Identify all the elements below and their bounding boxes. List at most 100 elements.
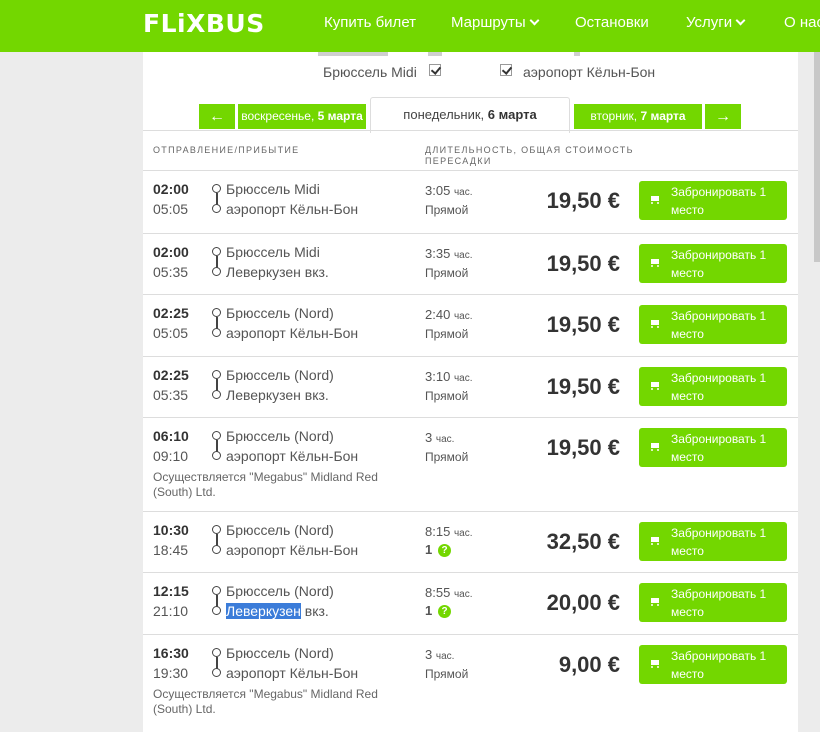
operator-note: Осуществляется "Megabus" Midland Red (So… xyxy=(153,687,378,716)
route-timeline-icon xyxy=(210,308,222,338)
trip-price: 19,50 € xyxy=(546,435,620,460)
trip-row: 02:00 05:05 Брюссель Midi аэропорт Кёльн… xyxy=(143,170,798,233)
trip-duration: 8:15 час. xyxy=(425,524,473,539)
arrival-station[interactable]: аэропорт Кёльн-Бон xyxy=(226,542,358,558)
nav-about[interactable]: О нас xyxy=(784,14,820,31)
trip-duration: 3:35 час. xyxy=(425,246,473,261)
duration-unit: час. xyxy=(435,651,455,662)
nav-services[interactable]: Услуги xyxy=(686,14,746,31)
departure-time: 02:00 xyxy=(153,244,189,260)
departure-station[interactable]: Брюссель (Nord) xyxy=(226,583,334,599)
book-button[interactable]: Забронировать 1 место xyxy=(639,367,787,406)
trip-price: 19,50 € xyxy=(546,374,620,399)
trip-row: 16:30 19:30 Брюссель (Nord) аэропорт Кёл… xyxy=(143,634,798,728)
departure-time: 06:10 xyxy=(153,428,189,444)
book-button[interactable]: Забронировать 1 место xyxy=(639,522,787,561)
route-timeline-icon xyxy=(210,431,222,461)
col-departure-arrival: ОТПРАВЛЕНИЕ/ПРИБЫТИЕ xyxy=(153,145,300,155)
book-button[interactable]: Забронировать 1 место xyxy=(639,428,787,467)
trip-duration: 8:55 час. xyxy=(425,585,473,600)
flixbus-logo[interactable]: FLiXBUS xyxy=(143,9,265,38)
filter-arrival-checkbox[interactable] xyxy=(500,64,512,76)
trip-row: 02:25 05:35 Брюссель (Nord) Леверкузен в… xyxy=(143,356,798,417)
departure-station[interactable]: Брюссель (Nord) xyxy=(226,522,334,538)
arrival-time: 05:35 xyxy=(153,264,189,280)
book-button-label: Забронировать 1 место xyxy=(671,185,767,217)
arrival-time: 19:30 xyxy=(153,665,189,681)
chevron-down-icon xyxy=(735,15,746,26)
trip-duration: 3:05 час. xyxy=(425,183,473,198)
tab-current-day[interactable]: понедельник, 6 марта xyxy=(370,97,570,133)
departure-station[interactable]: Брюссель (Nord) xyxy=(226,367,334,383)
duration-value: 8:55 xyxy=(425,585,451,600)
cart-icon xyxy=(649,195,661,205)
duration-value: 2:40 xyxy=(425,307,451,322)
trip-price: 19,50 € xyxy=(546,251,620,276)
filter-departure-label: Брюссель Midi xyxy=(323,64,417,80)
cut-off-filter-top xyxy=(574,52,580,56)
departure-station[interactable]: Брюссель Midi xyxy=(226,181,320,197)
help-icon[interactable]: ? xyxy=(438,544,451,557)
arrival-station[interactable]: аэропорт Кёльн-Бон xyxy=(226,325,358,341)
arrival-station[interactable]: Леверкузен вкз. xyxy=(226,264,329,280)
book-button[interactable]: Забронировать 1 место xyxy=(639,244,787,283)
nav-buy-ticket-label: Купить билет xyxy=(324,14,417,31)
cart-icon xyxy=(649,258,661,268)
duration-value: 3 xyxy=(425,430,433,445)
arrival-station-rest: вкз. xyxy=(300,603,329,619)
arrival-station[interactable]: аэропорт Кёльн-Бон xyxy=(226,201,358,217)
route-timeline-icon xyxy=(210,247,222,277)
trip-duration: 3 час. xyxy=(425,430,454,445)
arrival-station[interactable]: Леверкузен вкз. xyxy=(226,387,329,403)
book-button[interactable]: Забронировать 1 место xyxy=(639,181,787,220)
duration-unit: час. xyxy=(435,434,455,445)
duration-unit: час. xyxy=(453,250,473,261)
cart-icon xyxy=(649,536,661,546)
departure-time: 02:25 xyxy=(153,305,189,321)
prev-date-button[interactable]: ← xyxy=(199,104,235,129)
trip-duration: 3 час. xyxy=(425,647,454,662)
book-button[interactable]: Забронировать 1 место xyxy=(639,645,787,684)
duration-unit: час. xyxy=(453,528,473,539)
arrival-station[interactable]: Леверкузен вкз. xyxy=(226,603,329,619)
departure-station[interactable]: Брюссель (Nord) xyxy=(226,305,334,321)
trip-duration: 2:40 час. xyxy=(425,307,473,322)
next-date-button[interactable]: → xyxy=(705,104,741,129)
nav-buy-ticket[interactable]: Купить билет xyxy=(324,14,416,31)
arrival-station[interactable]: аэропорт Кёльн-Бон xyxy=(226,665,358,681)
tab-next-day[interactable]: вторник, 7 марта xyxy=(574,104,702,129)
tab-prev-day[interactable]: воскресенье, 5 марта xyxy=(238,104,366,129)
arrival-time: 05:05 xyxy=(153,201,189,217)
book-button-label: Забронировать 1 место xyxy=(671,649,767,681)
book-button[interactable]: Забронировать 1 место xyxy=(639,583,787,622)
departure-station[interactable]: Брюссель Midi xyxy=(226,244,320,260)
arrival-time: 18:45 xyxy=(153,542,189,558)
departure-station[interactable]: Брюссель (Nord) xyxy=(226,645,334,661)
col-transfers: ПЕРЕСАДКИ xyxy=(425,156,492,166)
cart-icon xyxy=(649,597,661,607)
cart-icon xyxy=(649,442,661,452)
nav-routes[interactable]: Маршруты xyxy=(451,14,540,31)
scrollbar-track[interactable] xyxy=(814,52,820,262)
trip-price: 19,50 € xyxy=(546,188,620,213)
nav-stops[interactable]: Остановки xyxy=(575,14,649,31)
duration-value: 3:05 xyxy=(425,183,451,198)
chevron-down-icon xyxy=(529,15,540,26)
duration-unit: час. xyxy=(453,589,473,600)
departure-time: 16:30 xyxy=(153,645,189,661)
help-icon[interactable]: ? xyxy=(438,605,451,618)
tab-next-date: 7 марта xyxy=(640,109,686,123)
duration-value: 3 xyxy=(425,647,433,662)
transfer-type: Прямой xyxy=(425,266,469,280)
duration-unit: час. xyxy=(453,373,473,384)
transfer-type: Прямой xyxy=(425,203,469,217)
departure-station[interactable]: Брюссель (Nord) xyxy=(226,428,334,444)
trip-row: 02:00 05:35 Брюссель Midi Леверкузен вкз… xyxy=(143,233,798,294)
top-navigation-bar: FLiXBUS Купить билет Маршруты Остановки … xyxy=(0,0,820,52)
departure-time: 02:25 xyxy=(153,367,189,383)
book-button[interactable]: Забронировать 1 место xyxy=(639,305,787,344)
filter-departure-checkbox[interactable] xyxy=(429,64,441,76)
route-timeline-icon xyxy=(210,370,222,400)
transfer-type: Прямой xyxy=(425,389,469,403)
arrival-station[interactable]: аэропорт Кёльн-Бон xyxy=(226,448,358,464)
